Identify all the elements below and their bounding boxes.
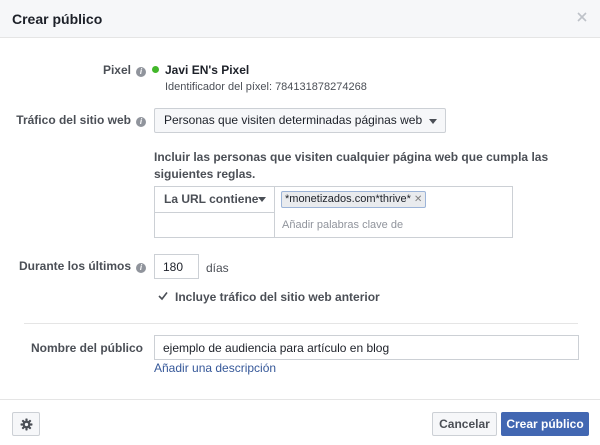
pixel-label: Pixel i bbox=[60, 63, 146, 77]
info-icon[interactable]: i bbox=[136, 117, 146, 127]
chevron-down-icon bbox=[429, 119, 437, 124]
keyword-input[interactable] bbox=[282, 215, 407, 235]
section-divider bbox=[24, 323, 578, 324]
pixel-status-dot bbox=[152, 66, 159, 73]
create-audience-button[interactable]: Crear público bbox=[501, 412, 589, 436]
duration-label: Durante los últimos i bbox=[10, 259, 146, 273]
traffic-label-text: Tráfico del sitio web bbox=[16, 113, 131, 127]
pixel-name: Javi EN's Pixel bbox=[165, 63, 250, 77]
close-icon[interactable]: ✕ bbox=[414, 194, 422, 205]
dialog-title: Crear público bbox=[12, 11, 103, 27]
rule-condition-label: La URL contiene bbox=[164, 192, 259, 206]
traffic-select-value: Personas que visiten determinadas página… bbox=[164, 113, 423, 127]
days-unit: días bbox=[206, 261, 229, 275]
traffic-select[interactable]: Personas que visiten determinadas página… bbox=[154, 108, 446, 133]
keyword-chip-text: *monetizados.com*thrive* bbox=[285, 193, 411, 205]
audience-name-label: Nombre del público bbox=[30, 341, 143, 355]
duration-label-text: Durante los últimos bbox=[18, 259, 131, 273]
rule-condition-spacer bbox=[155, 213, 275, 237]
keyword-chip: *monetizados.com*thrive* ✕ bbox=[281, 191, 427, 208]
dialog-header: Crear público bbox=[0, 0, 600, 38]
cancel-button[interactable]: Cancelar bbox=[432, 412, 497, 436]
audience-name-input[interactable] bbox=[154, 335, 579, 360]
info-icon[interactable]: i bbox=[136, 67, 146, 77]
add-description-link[interactable]: Añadir una descripción bbox=[154, 361, 276, 375]
days-input[interactable] bbox=[154, 254, 199, 279]
close-icon[interactable] bbox=[576, 11, 588, 23]
dialog-footer: Cancelar Crear público bbox=[0, 399, 600, 445]
rules-description: Incluir las personas que visiten cualqui… bbox=[154, 150, 549, 181]
chevron-down-icon bbox=[258, 197, 266, 202]
checkmark-icon[interactable] bbox=[158, 291, 168, 301]
gear-icon bbox=[20, 418, 33, 431]
pixel-id: Identificador del píxel: 784131878274268 bbox=[165, 81, 367, 93]
settings-button[interactable] bbox=[12, 412, 40, 436]
include-previous-label: Incluye tráfico del sitio web anterior bbox=[175, 290, 380, 304]
traffic-label: Tráfico del sitio web i bbox=[10, 113, 146, 127]
rule-condition-select[interactable]: La URL contiene bbox=[155, 187, 275, 213]
info-icon[interactable]: i bbox=[136, 263, 146, 273]
rule-editor: La URL contiene *monetizados.com*thrive*… bbox=[154, 186, 513, 238]
create-audience-dialog: Crear público Pixel i Javi EN's Pixel Ide… bbox=[0, 0, 600, 445]
pixel-label-text: Pixel bbox=[102, 63, 131, 77]
